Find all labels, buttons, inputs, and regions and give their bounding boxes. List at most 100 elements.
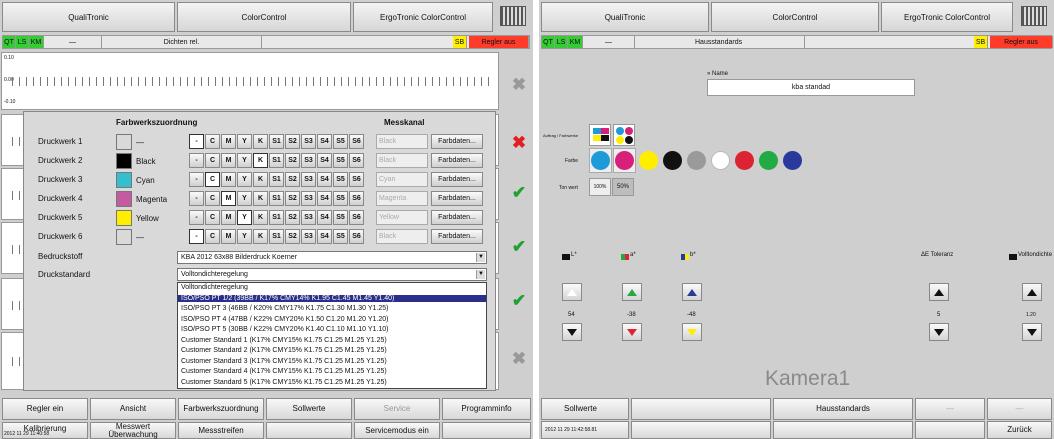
empty-button[interactable] bbox=[773, 421, 913, 439]
toleranz-up-button[interactable] bbox=[929, 283, 949, 301]
channel-key-none[interactable]: - bbox=[189, 210, 204, 225]
programminfo-button[interactable]: Programminfo bbox=[442, 398, 531, 420]
dropdown-option[interactable]: Customer Standard 3 (K17% CMY15% K1.75 C… bbox=[181, 358, 387, 365]
channel-key-m[interactable]: M bbox=[221, 191, 236, 206]
messkanal-select[interactable]: Black bbox=[376, 134, 428, 149]
channel-key-s4[interactable]: S4 bbox=[317, 191, 332, 206]
vollton-up-button[interactable] bbox=[1022, 283, 1042, 301]
empty-button[interactable] bbox=[442, 422, 531, 439]
empty-button[interactable] bbox=[266, 422, 352, 439]
farbdaten-button[interactable]: Farbdaten... bbox=[431, 229, 483, 244]
channel-key-k[interactable]: K bbox=[253, 134, 268, 149]
dropdown-option[interactable]: ISO/PSO PT 5 (30BB / K22% CMY20% K1.40 C… bbox=[181, 326, 389, 333]
channel-key-s4[interactable]: S4 bbox=[317, 210, 332, 225]
channel-key-s3[interactable]: S3 bbox=[301, 229, 316, 244]
tab-ergotronic[interactable]: ErgoTronic ColorControl bbox=[353, 2, 493, 32]
channel-key-s1[interactable]: S1 bbox=[269, 153, 284, 168]
channel-key-s5[interactable]: S5 bbox=[333, 210, 348, 225]
dropdown-option[interactable]: Customer Standard 2 (K17% CMY15% K1.75 C… bbox=[181, 347, 387, 354]
channel-key-s3[interactable]: S3 bbox=[301, 210, 316, 225]
channel-key-s6[interactable]: S6 bbox=[349, 172, 364, 187]
channel-key-y[interactable]: Y bbox=[237, 172, 252, 187]
hausstandards-button[interactable]: Hausstandards bbox=[773, 398, 913, 420]
regler-ein-button[interactable]: Regler ein bbox=[2, 398, 88, 420]
channel-key-s1[interactable]: S1 bbox=[269, 210, 284, 225]
channel-key-s3[interactable]: S3 bbox=[301, 153, 316, 168]
dropdown-option[interactable]: Volltondichteregelung bbox=[181, 284, 248, 291]
channel-key-s1[interactable]: S1 bbox=[269, 172, 284, 187]
farbdaten-button[interactable]: Farbdaten... bbox=[431, 134, 483, 149]
channel-key-c[interactable]: C bbox=[205, 229, 220, 244]
empty-button[interactable] bbox=[631, 421, 771, 439]
dropdown-option[interactable]: Customer Standard 1 (K17% CMY15% K1.75 C… bbox=[181, 337, 387, 344]
disabled-button[interactable]: — bbox=[915, 398, 985, 420]
channel-key-none[interactable]: - bbox=[189, 153, 204, 168]
messstreifen-button[interactable]: Messstreifen bbox=[178, 422, 264, 439]
tonwert-50-button[interactable]: 50% bbox=[612, 178, 634, 196]
messwert-ueberwachung-button[interactable]: Messwert Überwachung bbox=[90, 422, 176, 439]
channel-key-m[interactable]: M bbox=[221, 172, 236, 187]
channel-key-s2[interactable]: S2 bbox=[285, 210, 300, 225]
channel-key-s4[interactable]: S4 bbox=[317, 229, 332, 244]
messkanal-select[interactable]: Black bbox=[376, 153, 428, 168]
messkanal-select[interactable]: Magenta bbox=[376, 191, 428, 206]
channel-key-y[interactable]: Y bbox=[237, 191, 252, 206]
dropdown-arrow-icon[interactable]: ▼ bbox=[476, 270, 485, 279]
channel-key-s5[interactable]: S5 bbox=[333, 134, 348, 149]
channel-key-y[interactable]: Y bbox=[237, 229, 252, 244]
channel-key-s6[interactable]: S6 bbox=[349, 191, 364, 206]
channel-key-none[interactable]: - bbox=[189, 191, 204, 206]
accept-icon[interactable]: ✔ bbox=[508, 236, 530, 258]
toleranz-down-button[interactable] bbox=[929, 323, 949, 341]
channel-key-s2[interactable]: S2 bbox=[285, 134, 300, 149]
channel-key-s2[interactable]: S2 bbox=[285, 191, 300, 206]
channel-key-s2[interactable]: S2 bbox=[285, 229, 300, 244]
dropdown-option[interactable]: ISO/PSO PT 1/2 (39BB / K17% CMY14% K1.95… bbox=[178, 294, 486, 302]
channel-key-y[interactable]: Y bbox=[237, 153, 252, 168]
zurueck-button[interactable]: Zurück bbox=[987, 421, 1052, 439]
channel-key-m[interactable]: M bbox=[221, 210, 236, 225]
channel-key-s6[interactable]: S6 bbox=[349, 229, 364, 244]
dropdown-option[interactable]: ISO/PSO PT 3 (46BB / K20% CMY17% K1.75 C… bbox=[181, 305, 389, 312]
tab-qualitronic[interactable]: QualiTronic bbox=[2, 2, 175, 32]
channel-key-s6[interactable]: S6 bbox=[349, 153, 364, 168]
channel-key-s6[interactable]: S6 bbox=[349, 134, 364, 149]
dropdown-option[interactable]: Customer Standard 4 (K17% CMY15% K1.75 C… bbox=[181, 368, 387, 375]
channel-key-s3[interactable]: S3 bbox=[301, 172, 316, 187]
channel-key-m[interactable]: M bbox=[221, 229, 236, 244]
sollwerte-button[interactable]: Sollwerte bbox=[541, 398, 629, 420]
channel-key-none[interactable]: - bbox=[189, 172, 204, 187]
accept-icon[interactable]: ✔ bbox=[508, 290, 530, 312]
channel-key-s4[interactable]: S4 bbox=[317, 134, 332, 149]
empty-button[interactable] bbox=[631, 398, 771, 420]
dropdown-option[interactable]: ISO/PSO PT 4 (47BB / K22% CMY20% K1.50 C… bbox=[181, 316, 389, 323]
a-down-button[interactable] bbox=[622, 323, 642, 341]
farbdaten-button[interactable]: Farbdaten... bbox=[431, 191, 483, 206]
channel-key-k[interactable]: K bbox=[253, 172, 268, 187]
channel-key-c[interactable]: C bbox=[205, 153, 220, 168]
channel-key-s3[interactable]: S3 bbox=[301, 191, 316, 206]
channel-key-s1[interactable]: S1 bbox=[269, 229, 284, 244]
messkanal-select[interactable]: Black bbox=[376, 229, 428, 244]
bedruckstoff-select[interactable]: KBA 2012 63x88 Bilderdruck Koerner ▼ bbox=[177, 251, 487, 264]
channel-key-s5[interactable]: S5 bbox=[333, 229, 348, 244]
channel-key-c[interactable]: C bbox=[205, 134, 220, 149]
tonwert-100-button[interactable]: 100% bbox=[589, 178, 611, 196]
channel-key-k[interactable]: K bbox=[253, 153, 268, 168]
channel-key-s2[interactable]: S2 bbox=[285, 172, 300, 187]
messkanal-select[interactable]: Cyan bbox=[376, 172, 428, 187]
messkanal-select[interactable]: Yellow bbox=[376, 210, 428, 225]
tab-colorcontrol[interactable]: ColorControl bbox=[711, 2, 879, 32]
channel-key-s3[interactable]: S3 bbox=[301, 134, 316, 149]
farbdaten-button[interactable]: Farbdaten... bbox=[431, 153, 483, 168]
channel-key-c[interactable]: C bbox=[205, 191, 220, 206]
channel-key-s6[interactable]: S6 bbox=[349, 210, 364, 225]
channel-key-c[interactable]: C bbox=[205, 172, 220, 187]
servicemodus-button[interactable]: Servicemodus ein bbox=[354, 422, 440, 439]
ansicht-button[interactable]: Ansicht bbox=[90, 398, 176, 420]
channel-key-s2[interactable]: S2 bbox=[285, 153, 300, 168]
b-down-button[interactable] bbox=[682, 323, 702, 341]
a-up-button[interactable] bbox=[622, 283, 642, 301]
tab-colorcontrol[interactable]: ColorControl bbox=[177, 2, 351, 32]
accept-icon[interactable]: ✔ bbox=[508, 182, 530, 204]
